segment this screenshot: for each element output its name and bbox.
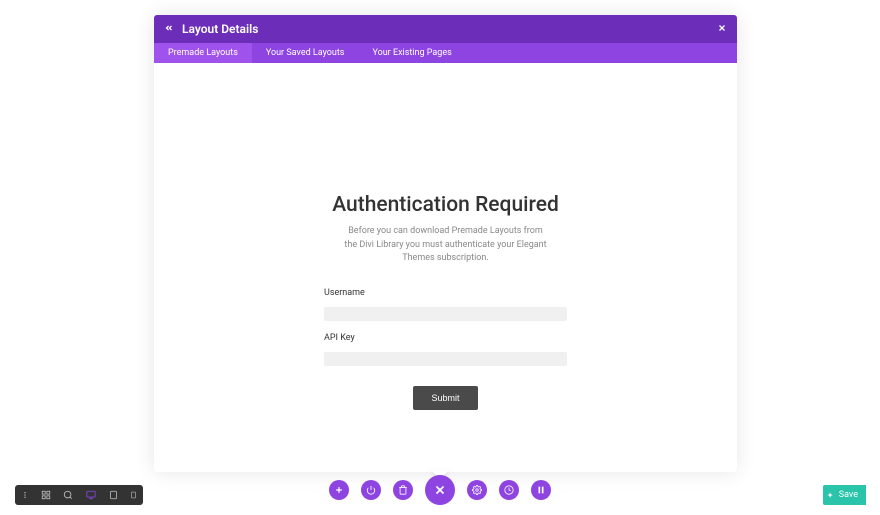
api-key-input[interactable] — [324, 352, 567, 366]
layout-details-modal: Layout Details Premade Layouts Your Save… — [154, 15, 737, 472]
tab-label: Your Saved Layouts — [266, 48, 345, 58]
gear-button[interactable] — [467, 480, 487, 500]
auth-description: Before you can download Premade Layouts … — [324, 225, 567, 266]
dots-vertical-icon[interactable] — [21, 490, 29, 500]
modal-title: Layout Details — [182, 22, 258, 36]
clock-button[interactable] — [499, 480, 519, 500]
save-indicator-icon: ✦ — [827, 491, 834, 500]
add-button[interactable] — [329, 480, 349, 500]
submit-button[interactable]: Submit — [413, 386, 477, 410]
bottom-toolbar — [15, 485, 143, 505]
tabs: Premade Layouts Your Saved Layouts Your … — [154, 43, 737, 63]
close-icon[interactable] — [717, 21, 727, 37]
power-button[interactable] — [361, 480, 381, 500]
save-button[interactable]: ✦ Save — [823, 485, 866, 505]
tab-premade-layouts[interactable]: Premade Layouts — [154, 43, 252, 63]
desktop-icon[interactable] — [85, 490, 97, 500]
modal-header: Layout Details — [154, 15, 737, 43]
back-icon[interactable] — [164, 23, 174, 36]
tab-label: Your Existing Pages — [372, 48, 451, 58]
username-label: Username — [324, 288, 567, 298]
trash-button[interactable] — [393, 480, 413, 500]
tab-existing-pages[interactable]: Your Existing Pages — [358, 43, 465, 63]
tab-saved-layouts[interactable]: Your Saved Layouts — [252, 43, 359, 63]
modal-content: Authentication Required Before you can d… — [154, 63, 737, 410]
action-buttons — [329, 475, 551, 505]
grid-icon[interactable] — [41, 490, 51, 500]
phone-icon[interactable] — [130, 490, 137, 500]
api-key-label: API Key — [324, 333, 567, 343]
tablet-icon[interactable] — [109, 490, 118, 500]
save-label: Save — [839, 490, 858, 500]
auth-title: Authentication Required — [324, 193, 567, 217]
username-input[interactable] — [324, 307, 567, 321]
username-group: Username — [324, 288, 567, 321]
close-button[interactable] — [425, 475, 455, 505]
tab-label: Premade Layouts — [168, 48, 238, 58]
search-icon[interactable] — [63, 490, 73, 500]
pause-button[interactable] — [531, 480, 551, 500]
api-key-group: API Key — [324, 333, 567, 366]
